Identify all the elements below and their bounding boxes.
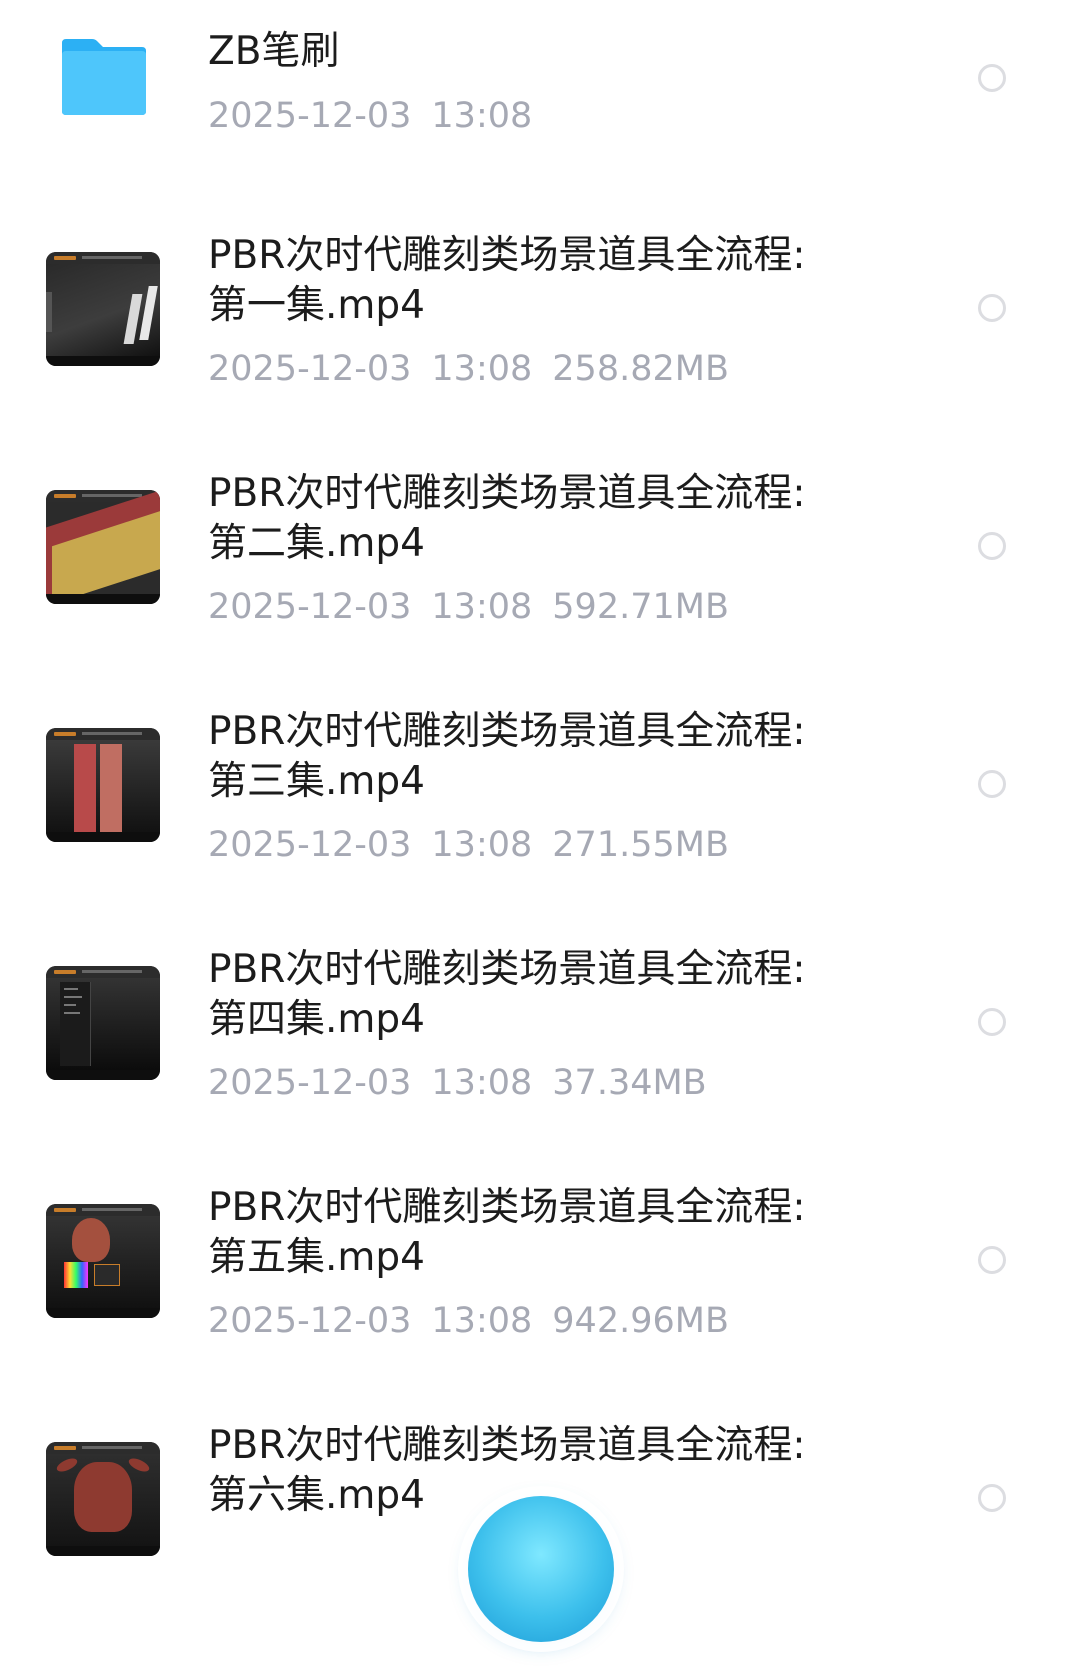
file-time: 13:08 [431, 1063, 533, 1103]
list-item-file[interactable]: PBR次时代雕刻类场景道具全流程: 第五集.mp4 2025-12-03 13:0… [0, 1185, 1078, 1428]
video-thumbnail [46, 490, 160, 604]
file-name: PBR次时代雕刻类场景道具全流程: 第五集.mp4 [208, 1185, 806, 1280]
file-meta: 2025-12-03 13:08 37.34MB [208, 1063, 727, 1103]
list-item-file[interactable]: PBR次时代雕刻类场景道具全流程: 第三集.mp4 2025-12-03 13:0… [0, 709, 1078, 952]
file-size: 37.34MB [552, 1063, 707, 1103]
folder-icon [62, 39, 146, 115]
list-item-file[interactable]: PBR次时代雕刻类场景道具全流程: 第四集.mp4 2025-12-03 13:0… [0, 947, 1078, 1190]
select-radio[interactable] [978, 294, 1006, 322]
file-date: 2025-12-03 [208, 1063, 412, 1103]
file-time: 13:08 [431, 1301, 533, 1341]
list-item-folder[interactable]: ZB笔刷 2025-12-03 13:08 [0, 0, 1078, 238]
file-name: PBR次时代雕刻类场景道具全流程: 第二集.mp4 [208, 471, 806, 566]
file-meta: 2025-12-03 13:08 942.96MB [208, 1301, 749, 1341]
file-size: 942.96MB [552, 1301, 729, 1341]
video-thumbnail [46, 1204, 160, 1318]
video-thumbnail [46, 1442, 160, 1556]
file-name: PBR次时代雕刻类场景道具全流程: 第三集.mp4 [208, 709, 806, 804]
file-meta: 2025-12-03 13:08 592.71MB [208, 587, 749, 627]
list-item-file[interactable]: PBR次时代雕刻类场景道具全流程: 第二集.mp4 2025-12-03 13:0… [0, 471, 1078, 714]
select-radio[interactable] [978, 770, 1006, 798]
select-radio[interactable] [978, 532, 1006, 560]
folder-time: 13:08 [431, 96, 533, 136]
file-size: 258.82MB [552, 349, 729, 389]
file-time: 13:08 [431, 349, 533, 389]
select-radio[interactable] [978, 64, 1006, 92]
video-thumbnail [46, 252, 160, 366]
folder-date: 2025-12-03 [208, 96, 412, 136]
folder-name: ZB笔刷 [208, 29, 340, 74]
file-size: 592.71MB [552, 587, 729, 627]
file-size: 271.55MB [552, 825, 729, 865]
file-date: 2025-12-03 [208, 1301, 412, 1341]
select-radio[interactable] [978, 1246, 1006, 1274]
select-radio[interactable] [978, 1484, 1006, 1512]
list-item-file[interactable]: PBR次时代雕刻类场景道具全流程: 第一集.mp4 2025-12-03 13:0… [0, 233, 1078, 476]
file-name: PBR次时代雕刻类场景道具全流程: 第四集.mp4 [208, 947, 806, 1042]
file-meta: 2025-12-03 13:08 258.82MB [208, 349, 749, 389]
file-meta: 2025-12-03 13:08 271.55MB [208, 825, 749, 865]
folder-meta: 2025-12-03 13:08 [208, 96, 552, 136]
file-date: 2025-12-03 [208, 349, 412, 389]
select-radio[interactable] [978, 1008, 1006, 1036]
file-time: 13:08 [431, 587, 533, 627]
file-time: 13:08 [431, 825, 533, 865]
file-name: PBR次时代雕刻类场景道具全流程: 第一集.mp4 [208, 233, 806, 328]
video-thumbnail [46, 728, 160, 842]
floating-action-button[interactable] [468, 1496, 614, 1642]
file-date: 2025-12-03 [208, 825, 412, 865]
file-date: 2025-12-03 [208, 587, 412, 627]
video-thumbnail [46, 966, 160, 1080]
